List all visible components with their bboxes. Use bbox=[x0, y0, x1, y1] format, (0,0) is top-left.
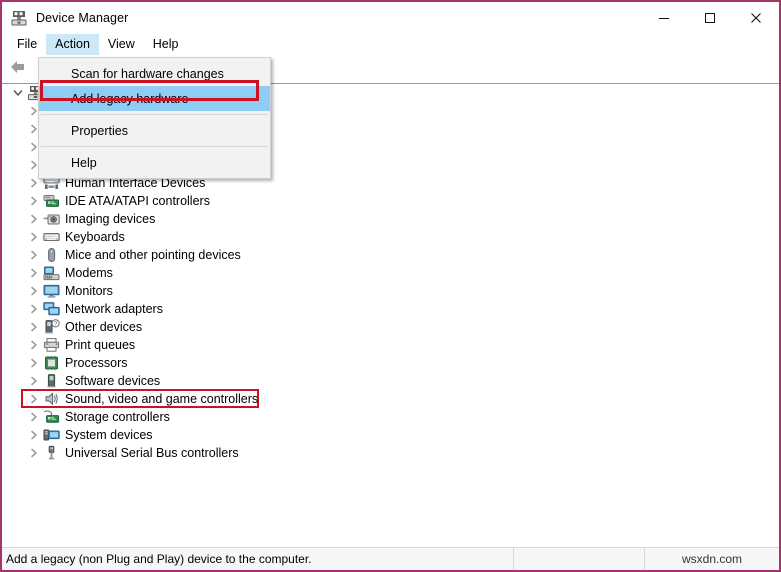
chevron-right-icon[interactable] bbox=[26, 283, 42, 299]
tree-item-label: Processors bbox=[65, 355, 128, 371]
tree-item-monitors[interactable]: Monitors bbox=[2, 282, 779, 300]
minimize-button[interactable] bbox=[641, 2, 687, 33]
window-controls bbox=[641, 2, 779, 33]
tree-item-label: Imaging devices bbox=[65, 211, 155, 227]
back-button[interactable] bbox=[6, 58, 32, 82]
processor-icon bbox=[43, 355, 60, 371]
svg-text:?: ? bbox=[54, 322, 57, 328]
device-manager-window: Device Manager File Action bbox=[0, 0, 781, 572]
tree-item-label: Print queues bbox=[65, 337, 135, 353]
close-button[interactable] bbox=[733, 2, 779, 33]
tree-item-label: Network adapters bbox=[65, 301, 163, 317]
menu-action[interactable]: Action bbox=[46, 34, 99, 55]
chevron-right-icon[interactable] bbox=[26, 445, 42, 461]
tree-item-ide-controllers[interactable]: IDE ATA/ATAPI controllers bbox=[2, 192, 779, 210]
network-adapter-icon bbox=[43, 301, 60, 317]
tree-item-label: Universal Serial Bus controllers bbox=[65, 445, 239, 461]
tree-item-label: Keyboards bbox=[65, 229, 125, 245]
chevron-right-icon[interactable] bbox=[26, 391, 42, 407]
menu-item-help[interactable]: Help bbox=[39, 150, 270, 175]
monitor-icon bbox=[43, 283, 60, 299]
action-dropdown-menu[interactable]: Scan for hardware changes Add legacy har… bbox=[38, 57, 271, 179]
chevron-right-icon[interactable] bbox=[26, 337, 42, 353]
imaging-device-icon bbox=[43, 211, 60, 227]
storage-controller-icon bbox=[43, 409, 60, 425]
tree-item-usb-controllers[interactable]: Universal Serial Bus controllers bbox=[2, 444, 779, 462]
tree-item-keyboards[interactable]: Keyboards bbox=[2, 228, 779, 246]
system-device-icon bbox=[43, 427, 60, 443]
chevron-right-icon[interactable] bbox=[26, 229, 42, 245]
tree-item-other-devices[interactable]: ? Other devices bbox=[2, 318, 779, 336]
chevron-right-icon[interactable] bbox=[26, 319, 42, 335]
tree-item-mice[interactable]: Mice and other pointing devices bbox=[2, 246, 779, 264]
printer-icon bbox=[43, 337, 60, 353]
tree-item-software-devices[interactable]: Software devices bbox=[2, 372, 779, 390]
tree-item-label: Sound, video and game controllers bbox=[65, 391, 258, 407]
menu-item-scan-for-hardware-changes[interactable]: Scan for hardware changes bbox=[39, 61, 270, 86]
keyboard-icon bbox=[43, 229, 60, 245]
tree-item-label: Mice and other pointing devices bbox=[65, 247, 241, 263]
title-bar: Device Manager bbox=[2, 2, 779, 33]
tree-item-processors[interactable]: Processors bbox=[2, 354, 779, 372]
menu-view[interactable]: View bbox=[99, 34, 144, 55]
other-device-icon: ? bbox=[43, 319, 60, 335]
chevron-right-icon[interactable] bbox=[26, 247, 42, 263]
tree-item-label: System devices bbox=[65, 427, 153, 443]
window-title: Device Manager bbox=[36, 11, 128, 25]
tree-item-modems[interactable]: Modems bbox=[2, 264, 779, 282]
menu-item-add-legacy-hardware[interactable]: Add legacy hardware bbox=[39, 86, 270, 111]
chevron-right-icon[interactable] bbox=[26, 409, 42, 425]
status-message: Add a legacy (non Plug and Play) device … bbox=[2, 548, 514, 570]
chevron-right-icon[interactable] bbox=[26, 211, 42, 227]
tree-item-network-adapters[interactable]: Network adapters bbox=[2, 300, 779, 318]
chevron-right-icon[interactable] bbox=[26, 301, 42, 317]
menu-item-properties[interactable]: Properties bbox=[39, 118, 270, 143]
tree-item-label: Modems bbox=[65, 265, 113, 281]
chevron-right-icon[interactable] bbox=[26, 265, 42, 281]
chevron-down-icon[interactable] bbox=[10, 85, 26, 101]
back-arrow-icon bbox=[9, 58, 29, 81]
maximize-button[interactable] bbox=[687, 2, 733, 33]
device-manager-icon bbox=[10, 9, 28, 27]
ide-controller-icon bbox=[43, 193, 60, 209]
speaker-icon bbox=[43, 391, 60, 407]
status-middle-pane bbox=[514, 548, 645, 570]
tree-item-label: Storage controllers bbox=[65, 409, 170, 425]
chevron-right-icon[interactable] bbox=[26, 355, 42, 371]
tree-item-label: IDE ATA/ATAPI controllers bbox=[65, 193, 210, 209]
watermark: wsxdn.com bbox=[645, 548, 779, 570]
tree-item-label: Monitors bbox=[65, 283, 113, 299]
tree-item-sound-video-game-controllers[interactable]: Sound, video and game controllers bbox=[2, 390, 779, 408]
chevron-right-icon[interactable] bbox=[26, 373, 42, 389]
usb-icon bbox=[43, 445, 60, 461]
software-device-icon bbox=[43, 373, 60, 389]
tree-item-print-queues[interactable]: Print queues bbox=[2, 336, 779, 354]
chevron-right-icon[interactable] bbox=[26, 427, 42, 443]
menu-separator bbox=[41, 114, 268, 115]
menu-bar: File Action View Help bbox=[2, 33, 779, 56]
menu-file[interactable]: File bbox=[8, 34, 46, 55]
mouse-icon bbox=[43, 247, 60, 263]
tree-item-system-devices[interactable]: System devices bbox=[2, 426, 779, 444]
chevron-right-icon[interactable] bbox=[26, 193, 42, 209]
modem-icon bbox=[43, 265, 60, 281]
menu-separator bbox=[41, 146, 268, 147]
menu-help[interactable]: Help bbox=[144, 34, 188, 55]
tree-item-label: Software devices bbox=[65, 373, 160, 389]
tree-item-imaging-devices[interactable]: Imaging devices bbox=[2, 210, 779, 228]
status-bar: Add a legacy (non Plug and Play) device … bbox=[2, 547, 779, 570]
tree-item-label: Other devices bbox=[65, 319, 142, 335]
tree-item-storage-controllers[interactable]: Storage controllers bbox=[2, 408, 779, 426]
